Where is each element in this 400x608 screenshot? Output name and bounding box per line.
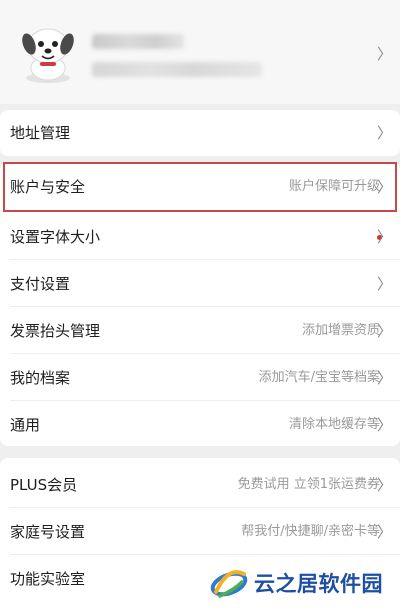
menu-item-archive[interactable]: 我的档案 添加汽车/宝宝等档案 〉: [0, 355, 400, 401]
address-group: 地址管理 〉: [0, 110, 400, 156]
menu-item-hint: 帮我付/快捷聊/亲密卡等: [241, 524, 380, 539]
divider: [10, 353, 400, 354]
blurred-account-info: [92, 62, 262, 77]
menu-item-label: 发票抬头管理: [10, 322, 101, 340]
menu-item-label: PLUS会员: [10, 476, 78, 494]
chevron-right-icon: 〉: [376, 476, 392, 494]
divider: [10, 400, 400, 401]
menu-item-invoice[interactable]: 发票抬头管理 添加增票资质 〉: [0, 308, 400, 354]
divider: [10, 507, 400, 508]
menu-item-label: 账户与安全: [10, 178, 86, 196]
swirl-logo-icon: [210, 570, 248, 598]
chevron-right-icon: 〉: [376, 124, 392, 142]
menu-item-hint: 清除本地缓存等: [288, 417, 380, 432]
chevron-right-icon: 〉: [376, 228, 392, 246]
menu-item-label: 通用: [10, 416, 41, 434]
chevron-right-icon: 〉: [376, 275, 392, 293]
menu-item-label: 我的档案: [10, 369, 71, 387]
chevron-right-icon: 〉: [376, 416, 392, 434]
menu-item-label: 设置字体大小: [10, 228, 101, 246]
menu-item-general[interactable]: 通用 清除本地缓存等 〉: [0, 402, 400, 448]
jd-dog-mascot-icon: [22, 28, 74, 83]
divider: [10, 259, 400, 260]
menu-item-label: 家庭号设置: [10, 523, 86, 541]
chevron-right-icon: 〉: [376, 45, 392, 63]
watermark: 云之居软件园: [208, 562, 398, 602]
avatar[interactable]: [14, 18, 82, 86]
menu-item-label: 地址管理: [10, 124, 71, 142]
chevron-right-icon: 〉: [376, 178, 392, 196]
menu-item-hint: 添加增票资质: [301, 323, 380, 338]
menu-item-label: 功能实验室: [10, 570, 86, 588]
settings-group: 账户与安全 账户保障可升级 〉 设置字体大小 〉 支付设置 〉 发票抬头管理 添…: [0, 162, 400, 446]
menu-item-address[interactable]: 地址管理 〉: [0, 110, 400, 156]
chevron-right-icon: 〉: [376, 523, 392, 541]
divider: [10, 554, 400, 555]
menu-item-family[interactable]: 家庭号设置 帮我付/快捷聊/亲密卡等 〉: [0, 509, 400, 555]
menu-item-account-security[interactable]: 账户与安全 账户保障可升级 〉: [0, 164, 400, 210]
menu-item-plus-member[interactable]: PLUS会员 免费试用 立领1张运费券 〉: [0, 462, 400, 508]
divider: [10, 306, 400, 307]
watermark-text: 云之居软件园: [254, 572, 383, 596]
menu-item-label: 支付设置: [10, 275, 71, 293]
menu-item-hint: 免费试用 立领1张运费券: [237, 477, 380, 492]
menu-item-payment[interactable]: 支付设置 〉: [0, 261, 400, 307]
menu-item-hint: 添加汽车/宝宝等档案: [258, 370, 380, 385]
blurred-username: [92, 34, 184, 49]
menu-item-font-size[interactable]: 设置字体大小 〉: [0, 214, 400, 260]
profile-header[interactable]: 〉: [0, 0, 400, 104]
chevron-right-icon: 〉: [376, 369, 392, 387]
menu-item-hint: 账户保障可升级: [288, 179, 380, 194]
chevron-right-icon: 〉: [376, 322, 392, 340]
